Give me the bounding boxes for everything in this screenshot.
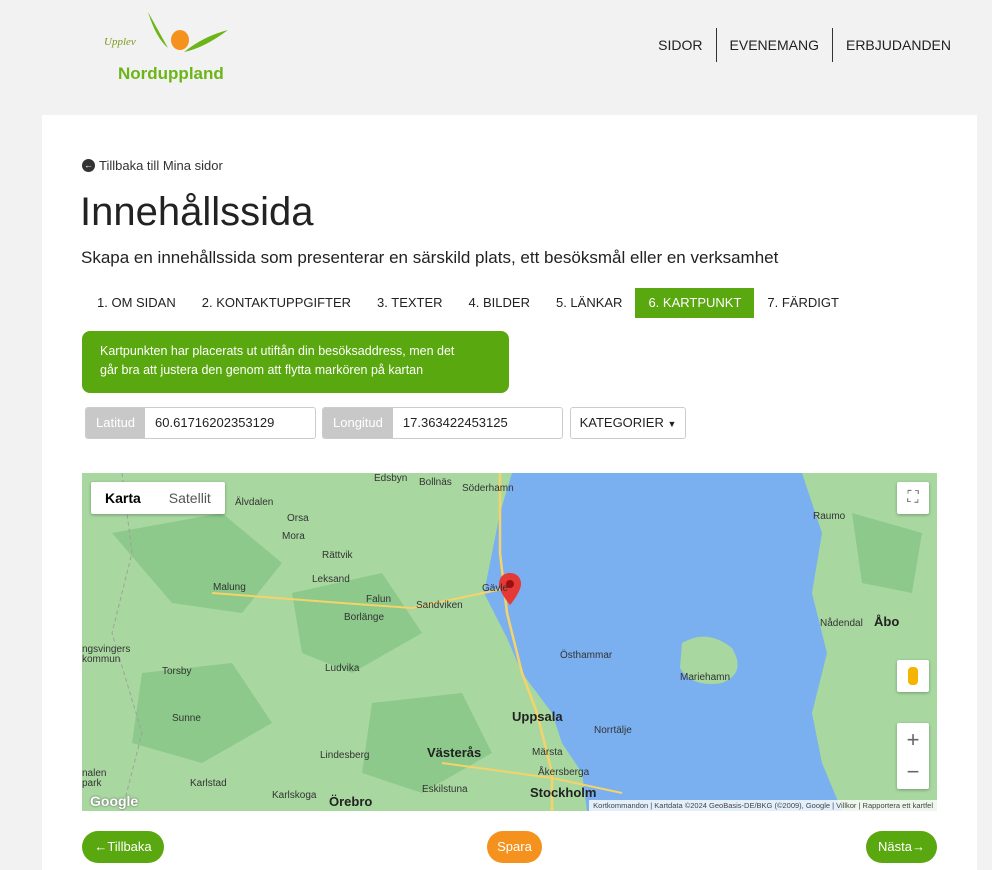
map-terrain [82, 473, 937, 811]
latitude-field: Latitud 60.61716202353129 [85, 407, 316, 439]
zoom-in-button[interactable]: + [907, 724, 920, 756]
map-type-control: Karta Satellit [91, 482, 225, 514]
map-city-label: Sunne [172, 713, 201, 724]
logo-script-text: Upplev [104, 36, 136, 48]
map-city-label: nalen park [82, 768, 107, 789]
map-city-label: Norrtälje [594, 725, 632, 736]
page-title: Innehållssida [80, 190, 314, 234]
step-tabs: 1. OM SIDAN 2. KONTAKTUPPGIFTER 3. TEXTE… [84, 288, 852, 318]
map-city-label: Lindesberg [320, 750, 370, 761]
fullscreen-icon: ⛶ [907, 489, 919, 506]
save-button[interactable]: Spara [487, 831, 542, 863]
tab-kartpunkt[interactable]: 6. KARTPUNKT [635, 288, 755, 318]
map-city-label: Uppsala [512, 709, 563, 724]
next-button-label: Nästa [878, 839, 912, 854]
map-city-label: Karlskoga [272, 790, 317, 801]
site-logo[interactable]: Upplev Norduppland [100, 8, 240, 88]
tab-lankar[interactable]: 5. LÄNKAR [543, 288, 635, 318]
next-button[interactable]: Nästa→ [866, 831, 937, 863]
map-city-label: Västerås [427, 745, 482, 760]
logo-brand-text: Norduppland [118, 64, 224, 83]
map-city-label: ngsvingers kommun [82, 644, 131, 665]
map-city-label: Leksand [312, 574, 350, 585]
map-city-label: Raumo [813, 511, 846, 522]
map-city-label: Åbo [874, 614, 900, 629]
map-city-label: Söderhamn [462, 483, 514, 494]
back-button-label: Tillbaka [107, 839, 152, 854]
arrow-left-circle-icon: ← [82, 159, 95, 172]
save-button-label: Spara [497, 839, 532, 854]
map-city-label: Malung [213, 582, 246, 593]
longitude-field: Longitud 17.363422453125 [322, 407, 563, 439]
map-city-label: Nådendal [820, 618, 863, 629]
map-city-label: Älvdalen [235, 497, 274, 508]
categories-label: KATEGORIER [579, 415, 664, 430]
tab-kontaktuppgifter[interactable]: 2. KONTAKTUPPGIFTER [189, 288, 364, 318]
map-city-label: Örebro [329, 794, 373, 809]
fullscreen-button[interactable]: ⛶ [897, 482, 929, 514]
nav-erbjudanden[interactable]: ERBJUDANDEN [833, 28, 964, 62]
arrow-right-icon: → [911, 839, 925, 854]
latitude-input[interactable]: 60.61716202353129 [145, 408, 285, 438]
longitude-input[interactable]: 17.363422453125 [392, 408, 518, 438]
map-city-label: Torsby [162, 666, 192, 677]
back-to-mina-sidor-link[interactable]: ← Tillbaka till Mina sidor [82, 158, 223, 173]
pegman-icon [908, 667, 918, 685]
map-city-label: Bollnäs [419, 477, 452, 488]
map-city-label: Sandviken [416, 600, 463, 611]
back-link-label: Tillbaka till Mina sidor [99, 158, 223, 173]
map-type-satellit[interactable]: Satellit [155, 482, 225, 514]
zoom-control: + − [897, 723, 929, 789]
caret-down-icon: ▼ [667, 419, 677, 429]
site-header: Upplev Norduppland SIDOR EVENEMANG ERBJU… [0, 0, 992, 115]
map-type-karta[interactable]: Karta [91, 482, 155, 514]
info-message: Kartpunkten har placerats ut utiftån din… [82, 331, 509, 393]
map-city-label: Borlänge [344, 612, 385, 623]
nav-sidor[interactable]: SIDOR [645, 28, 715, 62]
zoom-out-button[interactable]: − [907, 756, 920, 788]
map-city-label: Gävle [482, 583, 509, 594]
map[interactable]: Karta Satellit ⛶ + − Edsbyn Bollnäs Söde… [82, 473, 937, 811]
categories-dropdown[interactable]: KATEGORIER ▼ [570, 407, 686, 439]
tab-bilder[interactable]: 4. BILDER [456, 288, 543, 318]
map-attribution[interactable]: Kortkommandon | Kartdata ©2024 GeoBasis-… [589, 800, 937, 811]
google-logo: Google [90, 793, 139, 809]
map-city-label: Ludvika [325, 663, 360, 674]
map-city-label: Östhammar [560, 650, 613, 661]
map-city-label: Märsta [532, 747, 563, 758]
map-city-label: Mora [282, 531, 305, 542]
map-city-label: Stockholm [530, 785, 597, 800]
tab-om-sidan[interactable]: 1. OM SIDAN [84, 288, 189, 318]
map-city-label: Åkersberga [538, 767, 590, 778]
map-city-label: Eskilstuna [422, 784, 468, 795]
nav-evenemang[interactable]: EVENEMANG [717, 28, 832, 62]
street-view-pegman[interactable] [897, 660, 929, 692]
page-subtitle: Skapa en innehållssida som presenterar e… [81, 248, 779, 267]
map-city-label: Karlstad [190, 778, 227, 789]
map-city-label: Edsbyn [374, 473, 408, 484]
back-button[interactable]: ←Tillbaka [82, 831, 164, 863]
latitude-label: Latitud [86, 408, 146, 438]
map-city-label: Orsa [287, 513, 309, 524]
tab-fardigt[interactable]: 7. FÄRDIGT [754, 288, 852, 318]
map-city-label: Falun [366, 594, 392, 605]
info-line-1: Kartpunkten har placerats ut utiftån din… [100, 344, 455, 358]
longitude-label: Longitud [323, 408, 393, 438]
map-city-label: Mariehamn [680, 672, 731, 683]
main-nav: SIDOR EVENEMANG ERBJUDANDEN [645, 28, 964, 62]
map-city-label: Rättvik [322, 550, 353, 561]
info-line-2: går bra att justera den genom att flytta… [100, 363, 424, 377]
tab-texter[interactable]: 3. TEXTER [364, 288, 456, 318]
arrow-left-icon: ← [94, 839, 108, 854]
